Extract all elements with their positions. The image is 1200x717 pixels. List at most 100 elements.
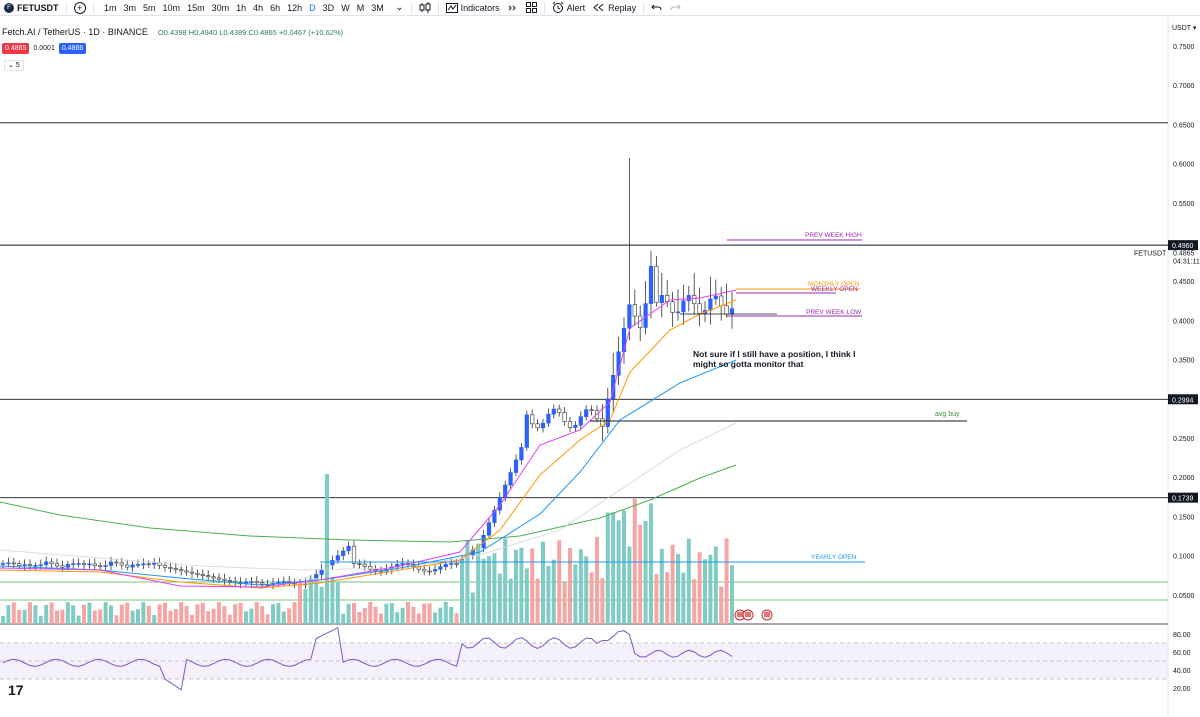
candle-body bbox=[508, 472, 513, 486]
timeframe-3m[interactable]: 3M bbox=[368, 3, 388, 13]
price-tick-label: 0.6000 bbox=[1173, 162, 1195, 169]
candle-body bbox=[357, 563, 362, 565]
timeframe-1h[interactable]: 1h bbox=[233, 3, 250, 13]
alert-button[interactable]: Alert bbox=[548, 0, 590, 16]
alarm-clock-icon bbox=[552, 2, 563, 13]
candle-body bbox=[211, 576, 216, 579]
candle-body bbox=[648, 265, 654, 304]
timeframe-15m[interactable]: 15m bbox=[184, 3, 209, 13]
candle-body bbox=[44, 561, 49, 566]
timeframe-5m[interactable]: 5m bbox=[140, 3, 160, 13]
volume-bar bbox=[303, 589, 308, 624]
candle-body bbox=[157, 562, 162, 566]
ohlc-low: L0.4389 bbox=[219, 27, 247, 37]
timeframe-d[interactable]: D bbox=[306, 3, 320, 13]
rsi-tick-label: 40.00 bbox=[1173, 668, 1191, 675]
candle-body bbox=[584, 409, 589, 417]
volume-bar bbox=[314, 577, 319, 624]
indicators-collapse-button[interactable]: ⌄ 5 bbox=[4, 60, 24, 71]
timeframe-10m[interactable]: 10m bbox=[159, 3, 184, 13]
volume-bar bbox=[595, 537, 599, 624]
chart-legend: Fetch.AI / TetherUS · 1D · BINANCE O0.43… bbox=[2, 27, 343, 37]
compare-symbol-button[interactable]: + bbox=[70, 0, 90, 16]
timeframe-30m[interactable]: 30m bbox=[208, 3, 233, 13]
volume-bar bbox=[82, 604, 86, 624]
currency-selector: USDT ▾ bbox=[1172, 25, 1197, 32]
volume-bar bbox=[503, 538, 508, 624]
candle-body bbox=[114, 561, 119, 564]
volume-bar bbox=[406, 602, 410, 624]
symbol-search[interactable]: F FETUSDT bbox=[0, 0, 63, 16]
candle-body bbox=[551, 408, 556, 415]
sell-button[interactable]: 0.4865 bbox=[2, 43, 30, 54]
redo-button[interactable] bbox=[666, 0, 685, 16]
volume-bar bbox=[49, 602, 54, 624]
volume-bar bbox=[109, 605, 113, 624]
timeframe-1m[interactable]: 1m bbox=[101, 3, 121, 13]
candle-body bbox=[125, 564, 130, 568]
indicators-button[interactable]: Indicators bbox=[442, 0, 504, 16]
timeframe-dropdown[interactable]: ⌄ bbox=[391, 0, 407, 16]
rsi-tick-label: 60.00 bbox=[1173, 650, 1191, 657]
replay-button[interactable]: Replay bbox=[589, 0, 640, 16]
volume-bar bbox=[379, 613, 383, 624]
candle-body bbox=[654, 265, 659, 303]
chart-type-button[interactable] bbox=[415, 0, 435, 16]
layouts-button[interactable] bbox=[522, 0, 541, 16]
volume-bar bbox=[454, 613, 459, 624]
volume-bar bbox=[551, 559, 556, 624]
timeframe-12h[interactable]: 12h bbox=[284, 3, 306, 13]
volume-bar bbox=[481, 558, 486, 624]
timeframe-6h[interactable]: 6h bbox=[267, 3, 284, 13]
timeframe-m[interactable]: M bbox=[353, 3, 368, 13]
candle-body bbox=[627, 304, 632, 329]
candle-body bbox=[675, 311, 681, 314]
buy-button[interactable]: 0.4866 bbox=[58, 43, 87, 54]
candle-body bbox=[11, 562, 16, 565]
bar-countdown: 04:31:11 bbox=[1173, 259, 1200, 266]
candle-body bbox=[168, 567, 173, 569]
candle-body bbox=[546, 413, 551, 424]
candle-body bbox=[443, 564, 448, 568]
volume-bar bbox=[92, 610, 97, 624]
level-price-label: 0.4960 bbox=[1172, 243, 1194, 250]
ohlc-change: +0.0467 (+10.62%) bbox=[278, 27, 344, 37]
volume-bar bbox=[76, 615, 81, 624]
timeframe-w[interactable]: W bbox=[338, 3, 354, 13]
add-symbol-icon: + bbox=[73, 1, 86, 14]
candle-body bbox=[222, 578, 227, 581]
undo-icon bbox=[651, 4, 662, 11]
volume-bar bbox=[460, 560, 464, 624]
volume-bar bbox=[206, 611, 211, 624]
volume-bar bbox=[649, 503, 653, 624]
chevron-down-icon: ⌄ bbox=[395, 2, 404, 13]
volume-bar bbox=[508, 578, 513, 624]
volume-bar bbox=[638, 524, 643, 624]
candle-body bbox=[260, 582, 265, 585]
spread-value: 0.0001 bbox=[33, 45, 55, 52]
indicator-templates-button[interactable] bbox=[504, 0, 522, 16]
volume-bar bbox=[346, 603, 351, 624]
candle-body bbox=[432, 569, 438, 572]
price-chart[interactable]: USDT ▾ 0.7500 0.7000 0.6500 0.6000 0.5500 0.45… bbox=[0, 17, 1200, 717]
candle-body bbox=[346, 545, 351, 552]
timeframe-4h[interactable]: 4h bbox=[250, 3, 267, 13]
candle-body bbox=[449, 563, 454, 565]
price-tick-label: 0.0500 bbox=[1173, 593, 1195, 600]
candle-body bbox=[27, 564, 33, 567]
price-tick-label: 0.4000 bbox=[1173, 318, 1195, 325]
volume-bar bbox=[179, 602, 184, 624]
timeframe-3m[interactable]: 3m bbox=[120, 3, 140, 13]
volume-bar bbox=[600, 578, 605, 624]
volume-bar bbox=[730, 565, 734, 624]
candle-body bbox=[0, 563, 6, 565]
candle-body bbox=[708, 298, 713, 311]
toolbar-divider bbox=[643, 1, 645, 14]
undo-button[interactable] bbox=[647, 0, 666, 16]
volume-bar bbox=[368, 602, 373, 624]
candle-body bbox=[98, 565, 103, 568]
indicators-icon bbox=[445, 2, 458, 13]
candles-icon bbox=[419, 2, 431, 13]
timeframe-3d[interactable]: 3D bbox=[319, 3, 338, 13]
candle-body bbox=[573, 424, 578, 428]
